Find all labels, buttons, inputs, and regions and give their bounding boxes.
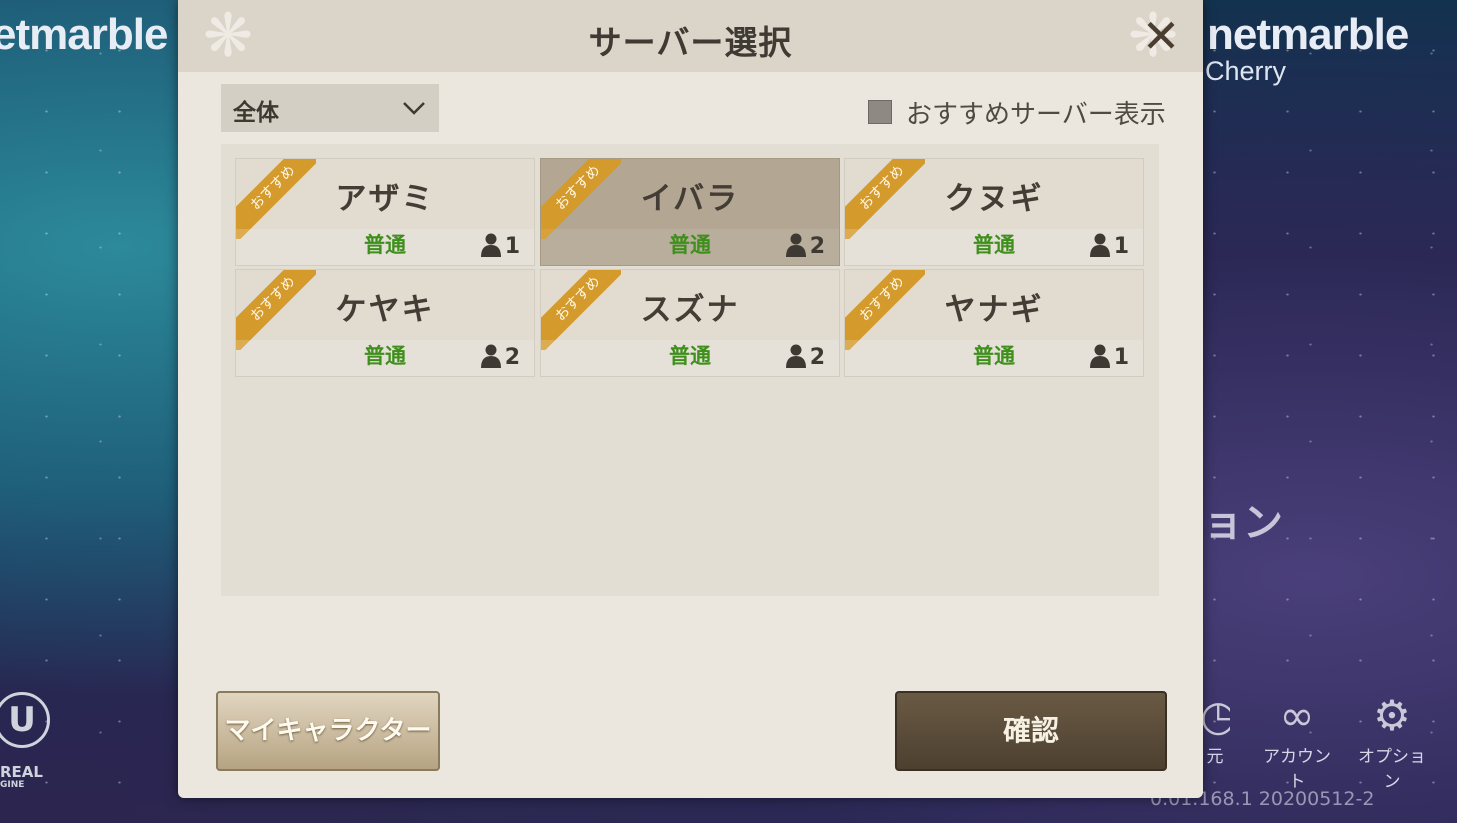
server-card-suzuna[interactable]: おすすめ スズナ 普通 2: [540, 269, 840, 377]
nav-option-button[interactable]: ⚙ オプション: [1350, 690, 1434, 792]
unreal-engine-logo-text: REAL GINE: [0, 763, 43, 792]
dialog-title: サーバー選択: [588, 23, 793, 62]
server-card-azami[interactable]: おすすめ アザミ 普通 1: [235, 158, 535, 266]
server-card-ibara[interactable]: おすすめ イバラ 普通 2: [540, 158, 840, 266]
character-count: 1: [504, 234, 520, 259]
nav-back-button[interactable]: ◷ 元: [1200, 690, 1230, 767]
region-filter-dropdown[interactable]: 全体: [221, 84, 439, 132]
nav-back-label: 元: [1206, 747, 1224, 767]
person-icon: [481, 344, 501, 368]
brand-logo-left: etmarble: [0, 10, 168, 59]
close-icon: ✕: [1141, 9, 1181, 63]
server-card-kunugi[interactable]: おすすめ クヌギ 普通 1: [844, 158, 1144, 266]
back-icon: ◷: [1200, 691, 1230, 740]
server-select-dialog: ❋ ❋ サーバー選択 ✕ 全体 おすすめサーバー表示 おすすめ アザミ 普通 1…: [178, 0, 1203, 798]
server-list: おすすめ アザミ 普通 1 おすすめ イバラ 普通 2 おすすめ クヌギ 普通 …: [221, 144, 1159, 596]
link-icon: ∞: [1279, 691, 1315, 740]
gear-icon: ⚙: [1373, 691, 1411, 740]
server-name: スズナ: [640, 292, 740, 328]
chevron-down-icon: [403, 102, 425, 115]
server-name: ヤナギ: [944, 292, 1044, 328]
server-name: ケヤキ: [335, 292, 435, 328]
nav-option-label: オプション: [1358, 747, 1426, 792]
person-icon: [786, 233, 806, 257]
nav-account-label: アカウント: [1263, 747, 1331, 792]
brand-subtitle: Cherry: [1205, 56, 1287, 86]
filter-selected-value: 全体: [233, 100, 279, 126]
game-title-partial: ョン: [1203, 500, 1283, 546]
server-name: イバラ: [640, 181, 740, 217]
character-count: 2: [809, 345, 825, 370]
unreal-logo-word: REAL: [0, 763, 43, 781]
my-character-button[interactable]: マイキャラクター: [216, 691, 440, 771]
server-card-keyaki[interactable]: おすすめ ケヤキ 普通 2: [235, 269, 535, 377]
person-icon: [1090, 233, 1110, 257]
server-name: クヌギ: [944, 181, 1044, 217]
brand-logo-right: netmarble: [1207, 10, 1409, 59]
server-name: アザミ: [335, 181, 435, 217]
close-button[interactable]: ✕: [1137, 12, 1185, 60]
recommended-only-label[interactable]: おすすめサーバー表示: [906, 94, 1166, 131]
character-count: 1: [1113, 345, 1129, 370]
character-count: 1: [1113, 234, 1129, 259]
nav-account-button[interactable]: ∞ アカウント: [1255, 690, 1339, 792]
recommended-only-checkbox[interactable]: [868, 100, 892, 124]
server-card-yanagi[interactable]: おすすめ ヤナギ 普通 1: [844, 269, 1144, 377]
character-count: 2: [809, 234, 825, 259]
character-count: 2: [504, 345, 520, 370]
dialog-header: ❋ ❋ サーバー選択 ✕: [178, 0, 1203, 72]
person-icon: [786, 344, 806, 368]
confirm-button[interactable]: 確認: [895, 691, 1167, 771]
person-icon: [481, 233, 501, 257]
person-icon: [1090, 344, 1110, 368]
